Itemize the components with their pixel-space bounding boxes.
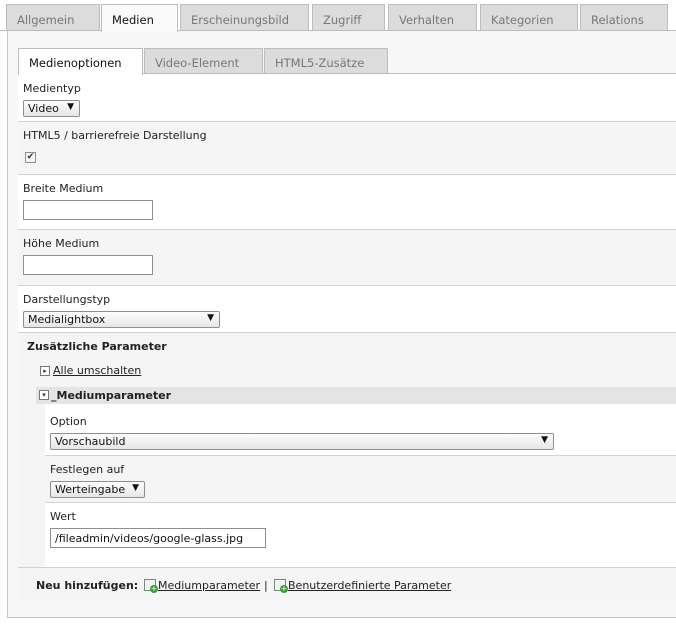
hoehe-label: Höhe Medium [23, 237, 100, 250]
wert-input[interactable] [50, 528, 266, 548]
params-title: Zusätzliche Parameter [27, 340, 167, 353]
toggle-all-link[interactable]: Alle umschalten [53, 364, 141, 377]
tab-kategorien[interactable]: Kategorien [480, 4, 578, 31]
row-wert: Wert [45, 503, 676, 567]
collapse-icon[interactable]: ▾ [39, 390, 49, 400]
darstellungstyp-value: Medialightbox [28, 313, 106, 326]
row-new: Neu hinzufügen: + Mediumparameter | + Be… [18, 569, 676, 601]
chevron-down-icon: ▼ [541, 435, 548, 445]
chevron-down-icon: ▼ [67, 102, 74, 112]
row-breite: Breite Medium [18, 175, 676, 230]
tab-relations[interactable]: Relations [580, 4, 668, 31]
option-label: Option [50, 415, 87, 428]
params-section: Zusätzliche Parameter ▸ Alle umschalten … [18, 333, 676, 568]
festlegen-select[interactable]: Werteingabe ▼ [50, 481, 145, 498]
option-select[interactable]: Vorschaubild ▼ [50, 433, 554, 450]
add-custom-parameter-icon[interactable]: + [274, 579, 288, 593]
tab-medien[interactable]: Medien [101, 4, 178, 32]
row-festlegen: Festlegen auf Werteingabe ▼ [45, 456, 676, 503]
row-darstellungstyp: Darstellungstyp Medialightbox ▼ [18, 286, 676, 333]
add-mediumparameter-link[interactable]: Mediumparameter [158, 579, 260, 592]
html5-checkbox[interactable]: ✔ [25, 152, 36, 163]
festlegen-label: Festlegen auf [50, 463, 125, 476]
festlegen-value: Werteingabe [55, 483, 126, 496]
tab-verhalten[interactable]: Verhalten [388, 4, 477, 31]
mediumparameter-title: _Mediumparameter [51, 389, 172, 402]
top-tab-bar: Allgemein Medien Erscheinungsbild Zugrif… [0, 0, 676, 32]
breite-input[interactable] [23, 200, 153, 220]
mediumparameter-header: ▾ _Mediumparameter [36, 387, 676, 404]
tab-erscheinungsbild[interactable]: Erscheinungsbild [180, 4, 309, 31]
tab-medienoptionen[interactable]: Medienoptionen [18, 48, 143, 75]
breite-label: Breite Medium [23, 182, 104, 195]
option-value: Vorschaubild [55, 435, 126, 448]
checkmark-icon: ✔ [26, 152, 35, 162]
row-medientyp: Medientyp Video ▼ [18, 74, 676, 122]
darstellungstyp-label: Darstellungstyp [23, 293, 111, 306]
darstellungstyp-select[interactable]: Medialightbox ▼ [23, 311, 220, 328]
row-option: Option Vorschaubild ▼ [45, 404, 676, 456]
chevron-down-icon: ▼ [207, 313, 214, 323]
hoehe-input[interactable] [23, 255, 153, 275]
footer-separator: | [264, 579, 268, 592]
row-html5: HTML5 / barrierefreie Darstellung ✔ [18, 122, 676, 175]
tab-video-element[interactable]: Video-Element [144, 48, 263, 74]
medientyp-label: Medientyp [23, 82, 81, 95]
add-mediumparameter-icon[interactable]: + [144, 579, 158, 593]
medientyp-value: Video [28, 102, 59, 115]
html5-label: HTML5 / barrierefreie Darstellung [23, 129, 207, 142]
medientyp-select[interactable]: Video ▼ [23, 100, 80, 117]
expand-icon[interactable]: ▸ [40, 366, 50, 376]
chevron-down-icon: ▼ [132, 483, 139, 493]
tab-zugriff[interactable]: Zugriff [312, 4, 385, 31]
wert-label: Wert [50, 510, 76, 523]
new-label: Neu hinzufügen: [36, 579, 139, 592]
tab-allgemein[interactable]: Allgemein [6, 4, 100, 31]
row-hoehe: Höhe Medium [18, 230, 676, 286]
tab-html5-zusaetze[interactable]: HTML5-Zusätze [264, 48, 388, 74]
add-custom-parameter-link[interactable]: Benutzerdefinierte Parameter [288, 579, 451, 592]
